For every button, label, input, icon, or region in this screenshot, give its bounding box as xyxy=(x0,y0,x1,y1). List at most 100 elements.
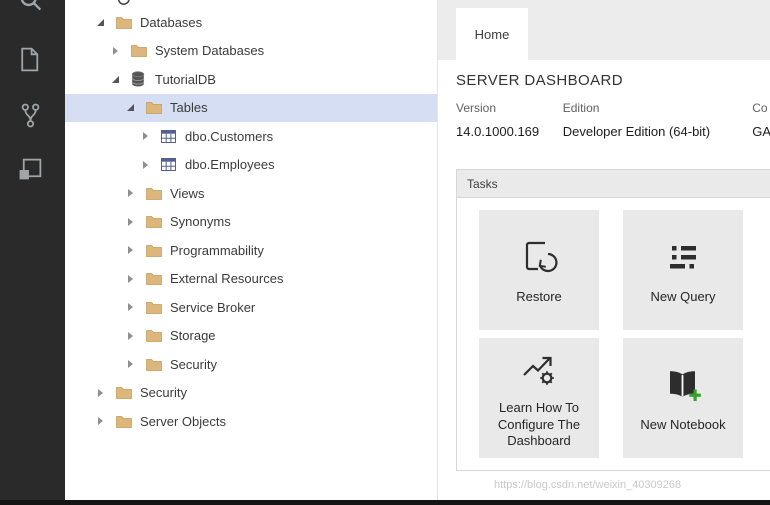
tree-item-label: Databases xyxy=(140,15,202,30)
table-icon xyxy=(161,158,179,171)
folder-icon xyxy=(146,215,164,228)
task-tile-new-query[interactable]: New Query xyxy=(623,210,743,330)
chevron-collapsed-icon[interactable] xyxy=(122,179,138,207)
tree-item-label: Security xyxy=(170,357,217,372)
chevron-collapsed-icon[interactable] xyxy=(122,350,138,378)
tree-item-label: dbo.Customers xyxy=(185,129,273,144)
chevron-expanded-icon[interactable] xyxy=(107,65,123,93)
chevron-collapsed-icon[interactable] xyxy=(122,236,138,264)
tree-item-synonyms[interactable]: Synonyms xyxy=(65,208,437,237)
task-tile-label: New Query xyxy=(643,289,722,306)
folder-icon xyxy=(146,244,164,257)
folder-icon xyxy=(146,329,164,342)
restore-icon xyxy=(516,235,562,281)
chevron-collapsed-icon[interactable] xyxy=(137,151,153,179)
chevron-collapsed-icon[interactable] xyxy=(122,322,138,350)
tree-item-databases[interactable]: Databases xyxy=(65,8,437,37)
new-notebook-icon xyxy=(660,363,706,409)
watermark: https://blog.csdn.net/weixin_40309268 xyxy=(494,479,681,491)
property-label: Version xyxy=(456,101,563,115)
chevron-collapsed-icon[interactable] xyxy=(107,37,123,65)
tasks-widget-header: Tasks xyxy=(457,170,770,198)
folder-icon xyxy=(116,386,134,399)
property-value: GA xyxy=(752,124,770,139)
refresh-icon xyxy=(116,0,132,10)
tree-item-dbo-employees[interactable]: dbo.Employees xyxy=(65,151,437,180)
tasks-widget: Tasks Restore New Query Learn How To Confi… xyxy=(456,169,770,471)
object-explorer: Databases System Databases TutorialDB Table… xyxy=(65,0,437,500)
tree-item-security[interactable]: Security xyxy=(65,379,437,408)
tree-item-external-resources[interactable]: External Resources xyxy=(65,265,437,294)
task-tile-new-notebook[interactable]: New Notebook xyxy=(623,338,743,458)
tree-item-programmability[interactable]: Programmability xyxy=(65,236,437,265)
folder-icon xyxy=(146,272,164,285)
tree-item-tutorialdb[interactable]: TutorialDB xyxy=(65,65,437,94)
database-icon xyxy=(131,71,149,87)
property-edition: Edition Developer Edition (64-bit) xyxy=(563,101,752,139)
chevron-collapsed-icon[interactable] xyxy=(92,407,108,435)
source-control-icon[interactable] xyxy=(17,102,47,132)
folder-icon xyxy=(146,358,164,371)
task-tile-label: Restore xyxy=(509,289,569,306)
file-icon[interactable] xyxy=(17,46,47,76)
folder-icon xyxy=(131,44,149,57)
tree-item-label: Views xyxy=(170,186,204,201)
page-title: SERVER DASHBOARD xyxy=(456,72,770,89)
tree-item-tables[interactable]: Tables xyxy=(65,94,437,123)
server-dashboard: SERVER DASHBOARD Version 14.0.1000.169 E… xyxy=(438,60,770,471)
chevron-collapsed-icon[interactable] xyxy=(92,379,108,407)
tree-item-label: System Databases xyxy=(155,43,264,58)
property-label: Edition xyxy=(563,101,752,115)
app-window: Databases System Databases TutorialDB Table… xyxy=(0,0,770,505)
folder-icon xyxy=(146,101,164,114)
property-value: Developer Edition (64-bit) xyxy=(563,124,752,139)
tree-item-label: Security xyxy=(140,385,187,400)
editor-tab-bar: Home xyxy=(438,0,770,60)
tree-item-label: TutorialDB xyxy=(155,72,216,87)
tree-item-label: Server Objects xyxy=(140,414,226,429)
property-value: 14.0.1000.169 xyxy=(456,124,563,139)
chevron-expanded-icon[interactable] xyxy=(92,8,108,36)
dashboard-panel: Home SERVER DASHBOARD Version 14.0.1000.… xyxy=(437,0,770,500)
folder-icon xyxy=(116,415,134,428)
property-label: Co xyxy=(752,101,770,115)
property-version: Version 14.0.1000.169 xyxy=(456,101,563,139)
search-icon[interactable] xyxy=(17,0,47,18)
task-tile-label: Learn How To Configure The Dashboard xyxy=(479,400,599,451)
tab-home[interactable]: Home xyxy=(456,8,528,60)
tree-item-label: Storage xyxy=(170,328,216,343)
window-bottom-edge xyxy=(0,500,770,505)
tree-item-label: dbo.Employees xyxy=(185,157,275,172)
task-tile-learn-how-to-configure-the-dashboard[interactable]: Learn How To Configure The Dashboard xyxy=(479,338,599,458)
tree-item-label: Tables xyxy=(170,100,208,115)
tree-item-views[interactable]: Views xyxy=(65,179,437,208)
tasks-tiles: Restore New Query Learn How To Configure T… xyxy=(457,198,770,470)
chevron-collapsed-icon[interactable] xyxy=(137,122,153,150)
new-query-icon xyxy=(660,235,706,281)
folder-icon xyxy=(116,16,134,29)
activity-bar xyxy=(0,0,65,500)
task-tile-label: New Notebook xyxy=(633,417,732,434)
tree-item-dbo-customers[interactable]: dbo.Customers xyxy=(65,122,437,151)
tree-item-label: Synonyms xyxy=(170,214,231,229)
tree-item-label: External Resources xyxy=(170,271,283,286)
object-explorer-rows: Databases System Databases TutorialDB Table… xyxy=(65,0,437,436)
chevron-collapsed-icon[interactable] xyxy=(122,265,138,293)
task-tile-restore[interactable]: Restore xyxy=(479,210,599,330)
extensions-icon[interactable] xyxy=(17,156,47,186)
tree-item-service-broker[interactable]: Service Broker xyxy=(65,293,437,322)
chevron-expanded-icon[interactable] xyxy=(122,94,138,122)
table-icon xyxy=(161,130,179,143)
chevron-collapsed-icon[interactable] xyxy=(122,208,138,236)
tree-item-storage[interactable]: Storage xyxy=(65,322,437,351)
tree-item-server-objects[interactable]: Server Objects xyxy=(65,407,437,436)
configure-icon xyxy=(516,346,562,392)
tree-item-label: Programmability xyxy=(170,243,264,258)
tree-item-system-databases[interactable]: System Databases xyxy=(65,37,437,66)
tree-item-label: Service Broker xyxy=(170,300,255,315)
server-properties: Version 14.0.1000.169 Edition Developer … xyxy=(456,101,770,139)
chevron-collapsed-icon[interactable] xyxy=(122,293,138,321)
property-computer-name: Co GA xyxy=(752,101,770,139)
tasks-header-label: Tasks xyxy=(467,177,498,191)
tree-item-security[interactable]: Security xyxy=(65,350,437,379)
